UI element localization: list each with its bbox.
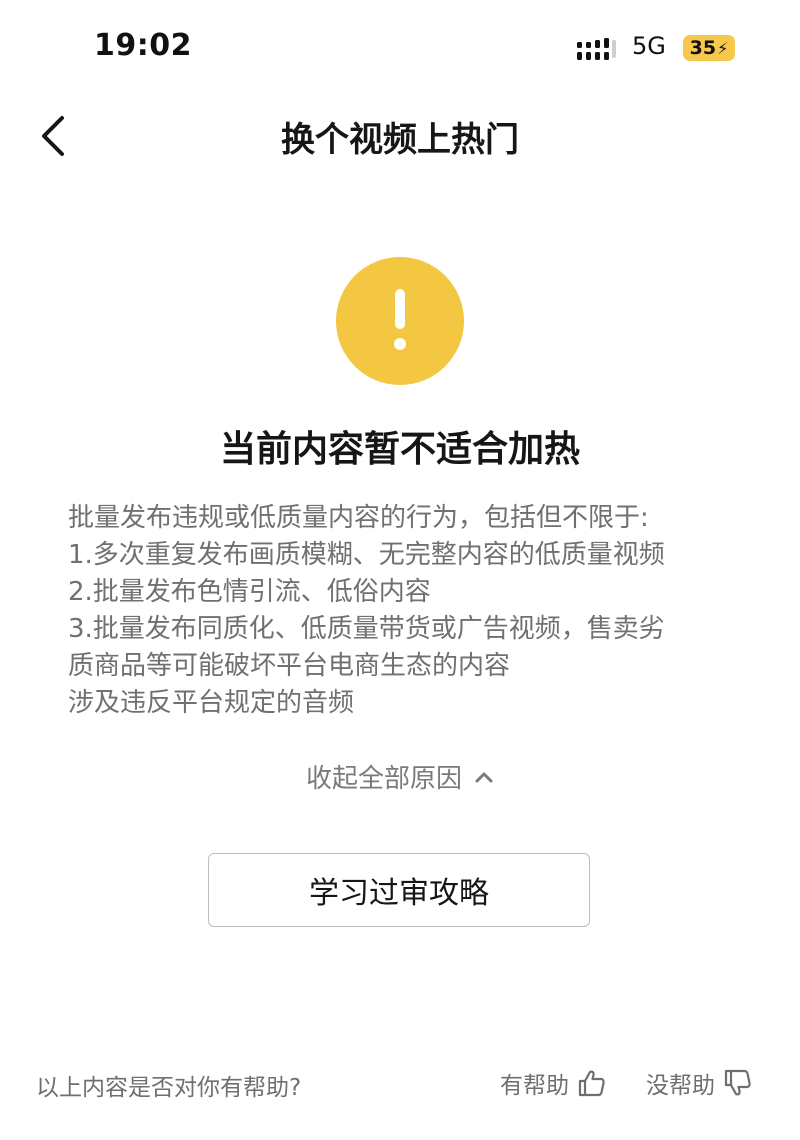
reason-line: 质商品等可能破坏平台电商生态的内容	[68, 651, 511, 681]
unhelpful-label: 没帮助	[646, 1073, 715, 1099]
reason-line: 涉及违反平台规定的音频	[68, 688, 355, 718]
battery-level: 35	[689, 37, 717, 59]
collapse-label: 收起全部原因	[305, 764, 462, 794]
reason-line: 2.批量发布色情引流、低俗内容	[68, 577, 431, 607]
status-time: 19:02	[94, 28, 192, 63]
collapse-reasons-toggle[interactable]: 收起全部原因	[0, 758, 800, 795]
charging-bolt-icon: ⚡	[717, 38, 729, 58]
thumbs-up-icon	[578, 1070, 605, 1097]
study-guide-button[interactable]: 学习过审攻略	[208, 853, 590, 927]
helpful-button[interactable]: 有帮助	[500, 1066, 607, 1100]
thumbs-down-icon	[724, 1069, 751, 1096]
warning-badge	[336, 257, 464, 385]
unhelpful-button[interactable]: 没帮助	[646, 1066, 753, 1100]
warning-heading: 当前内容暂不适合加热	[219, 429, 580, 470]
signal-icon	[577, 38, 616, 60]
reasons-list: 批量发布违规或低质量内容的行为，包括但不限于: 1.多次重复发布画质模糊、无完整…	[68, 500, 748, 722]
reason-line: 1.多次重复发布画质模糊、无完整内容的低质量视频	[68, 540, 665, 570]
battery-indicator: 35 ⚡	[683, 35, 735, 61]
helpful-label: 有帮助	[500, 1073, 569, 1099]
reason-line: 3.批量发布同质化、低质量带货或广告视频，售卖劣	[68, 614, 665, 644]
feedback-question: 以上内容是否对你有帮助?	[36, 1075, 302, 1101]
network-type: 5G	[632, 32, 666, 60]
exclamation-icon	[394, 289, 406, 350]
page-title: 换个视频上热门	[281, 120, 519, 160]
chevron-up-icon	[475, 772, 493, 782]
reason-line: 批量发布违规或低质量内容的行为，包括但不限于:	[68, 503, 649, 533]
